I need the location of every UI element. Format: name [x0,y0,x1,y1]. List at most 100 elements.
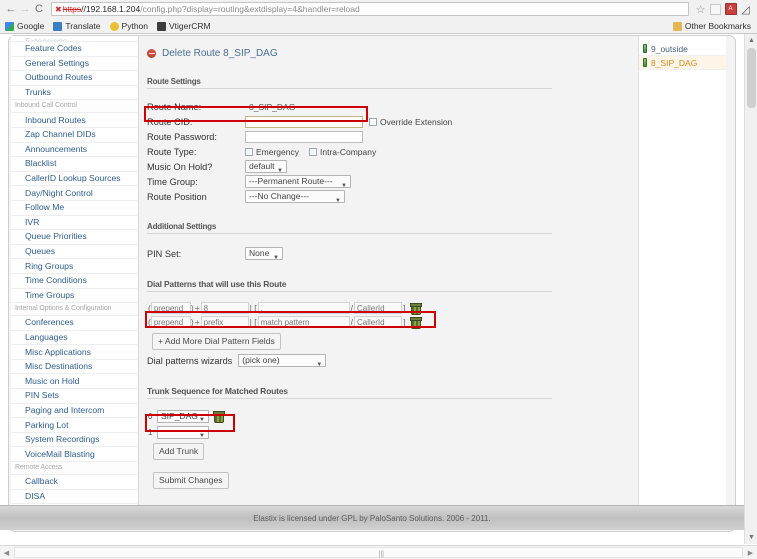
route-list-item[interactable]: 9_outside [639,42,726,56]
route-list-item[interactable]: 8_SIP_DAG [639,56,726,70]
sidebar-item-paging-and-intercom[interactable]: Paging and Intercom [11,404,138,419]
callerid-input[interactable]: CallerId [354,302,402,314]
sidebar-item-feature-codes[interactable]: Feature Codes [11,42,138,57]
prefix-input[interactable]: 8 [201,302,249,314]
trash-icon[interactable] [213,411,223,422]
sidebar-item-outbound-routes[interactable]: Outbound Routes [11,71,138,86]
sidebar-item-ivr[interactable]: IVR [11,216,138,231]
route-password-label: Route Password: [147,132,245,142]
field-route-name: Route Name: 8_SIP_DAG [147,99,645,114]
emergency-checkbox[interactable] [245,148,253,156]
intra-company-checkbox[interactable] [309,148,317,156]
sidebar-item-parking-lot[interactable]: Parking Lot [11,418,138,433]
scroll-right-icon[interactable]: ▶ [744,546,757,559]
vertical-scrollbar[interactable]: ▲ ▼ [744,34,757,544]
bookmark-label: Translate [65,21,100,31]
sidebar-item-inbound-routes[interactable]: Inbound Routes [11,113,138,128]
sidebar-item-zap-channel-dids[interactable]: Zap Channel DIDs [11,128,138,143]
bookmark-star-icon[interactable]: ☆ [693,2,708,17]
add-trunk-button[interactable]: Add Trunk [153,443,204,460]
route-type-label: Route Type: [147,147,245,157]
section-trunk-sequence: Trunk Sequence for Matched Routes [147,386,552,399]
field-route-password: Route Password: [147,129,645,144]
python-icon [110,22,119,31]
sidebar-item-general-settings[interactable]: General Settings [11,57,138,72]
horizontal-scrollbar-track[interactable]: ||| [14,547,743,558]
sidebar-item-ring-groups[interactable]: Ring Groups [11,259,138,274]
field-time-group: Time Group: ---Permanent Route--- ▼ [147,174,645,189]
field-music-on-hold: Music On Hold? default ▼ [147,159,645,174]
route-status-icon [643,44,647,53]
sidebar-item-announcements[interactable]: Announcements [11,143,138,158]
override-extension-checkbox[interactable] [369,118,377,126]
route-label: 8_SIP_DAG [651,58,697,68]
bookmark-python[interactable]: Python [110,21,148,31]
delete-icon [147,49,156,58]
sidebar-item-languages[interactable]: Languages [11,331,138,346]
route-position-select[interactable]: ---No Change--- ▼ [245,190,345,203]
back-button[interactable]: ← [4,2,18,16]
time-group-select[interactable]: ---Permanent Route--- ▼ [245,175,351,188]
scroll-up-icon[interactable]: ▲ [745,34,757,47]
sidebar-item-queues[interactable]: Queues [11,245,138,260]
sidebar-item-music-on-hold[interactable]: Music on Hold [11,374,138,389]
route-cid-input[interactable] [245,116,363,128]
vertical-scrollbar-thumb[interactable] [747,48,756,108]
forward-button[interactable]: → [18,2,32,16]
bookmark-google[interactable]: Google [5,21,44,31]
sidebar-item-misc-applications[interactable]: Misc Applications [11,345,138,360]
pin-set-select[interactable]: None ▼ [245,247,283,260]
sidebar-item-callerid-lookup-sources[interactable]: CallerID Lookup Sources [11,172,138,187]
trunk-value: SIP_DAG [161,411,198,422]
reload-button[interactable]: C [32,2,46,16]
sidebar-item-misc-destinations[interactable]: Misc Destinations [11,360,138,375]
dial-patterns-wizards-select[interactable]: (pick one) ▼ [238,354,326,367]
route-password-input[interactable] [245,131,363,143]
sidebar-item-blacklist[interactable]: Blacklist [11,157,138,172]
trash-icon[interactable] [410,303,420,314]
sidebar-item-time-conditions[interactable]: Time Conditions [11,274,138,289]
trunk-select[interactable]: SIP_DAG ▼ [157,410,209,423]
match-pattern-input[interactable]: match pattern [258,316,350,328]
sidebar-item-queue-priorities[interactable]: Queue Priorities [11,230,138,245]
address-bar[interactable]: ✖https//192.168.1.204/config.php?display… [51,2,689,16]
trunk-select[interactable]: ▼ [157,426,209,439]
field-pin-set: PIN Set: None ▼ [147,246,645,261]
sidebar-item-trunks[interactable]: Trunks [11,86,138,101]
slash-label: / [351,317,353,327]
sidebar-item-disa[interactable]: DISA [11,490,138,505]
prepend-input[interactable]: prepend [151,316,191,328]
match-pattern-input[interactable]: . [258,302,350,314]
bookmark-label: Python [122,21,148,31]
add-more-dial-pattern-fields-button[interactable]: + Add More Dial Pattern Fields [152,333,281,350]
callerid-input[interactable]: CallerId [354,316,402,328]
submit-changes-button[interactable]: Submit Changes [153,472,229,489]
other-bookmarks-button[interactable]: Other Bookmarks [673,18,751,34]
scroll-down-icon[interactable]: ▼ [745,531,757,544]
horizontal-scrollbar[interactable]: ◀ ||| ▶ [0,545,757,559]
plus-label: + [195,317,200,327]
sidebar-item-pin-sets[interactable]: PIN Sets [11,389,138,404]
scroll-left-icon[interactable]: ◀ [0,546,13,559]
delete-route-link[interactable]: Delete Route 8_SIP_DAG [147,48,278,59]
prepend-input[interactable]: prepend [151,302,191,314]
extension-icon[interactable]: A [723,2,738,17]
trash-icon[interactable] [410,317,420,328]
sidebar-item-day-night-control[interactable]: Day/Night Control [11,186,138,201]
section-route-settings: Route Settings [147,77,552,89]
route-name-input[interactable]: 8_SIP_DAG [245,101,363,113]
delete-route-label: Delete Route 8_SIP_DAG [162,48,278,59]
sidebar-item-voicemail-blasting[interactable]: VoiceMail Blasting [11,447,138,462]
bookmark-translate[interactable]: Translate [53,21,100,31]
dial-pattern-row: ( prepend ) + prefix | [ match pattern /… [148,315,645,329]
sidebar-item-system-recordings[interactable]: System Recordings [11,433,138,448]
wrench-menu-icon[interactable]: ◿ [738,2,753,17]
sidebar-item-callback[interactable]: Callback [11,475,138,490]
app-background: ExtensionsFeature CodesGeneral SettingsO… [0,34,744,544]
bookmark-vtigercrm[interactable]: VtigerCRM [157,21,211,31]
sidebar-item-conferences[interactable]: Conferences [11,316,138,331]
music-on-hold-select[interactable]: default ▼ [245,160,287,173]
prefix-input[interactable]: prefix [201,316,249,328]
sidebar-item-follow-me[interactable]: Follow Me [11,201,138,216]
sidebar-item-time-groups[interactable]: Time Groups [11,289,138,304]
